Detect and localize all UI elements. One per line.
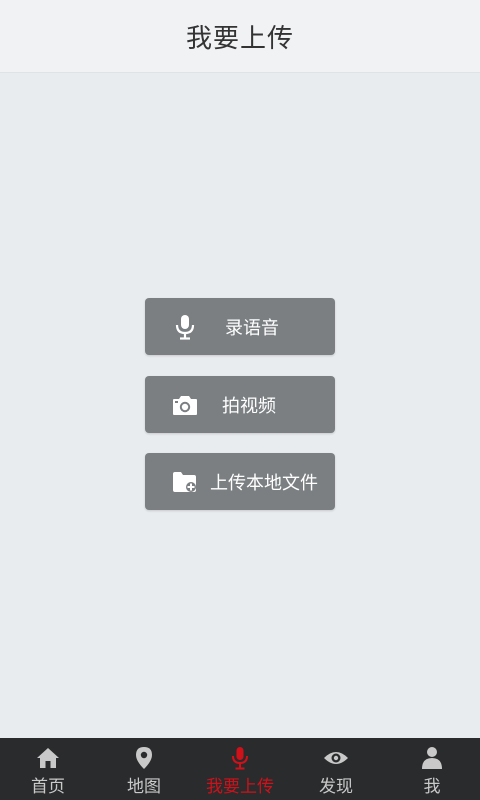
tab-upload-label: 我要上传 [206,777,274,797]
tab-discover-label: 发现 [319,777,353,797]
tab-me-label: 我 [423,777,441,797]
user-icon [421,746,443,770]
tab-upload[interactable]: 我要上传 [192,738,288,800]
record-video-button[interactable]: 拍视频 [145,376,335,433]
home-icon [36,746,60,770]
bottom-tab-bar: 首页 地图 我要上传 发现 我 [0,738,480,800]
record-video-label: 拍视频 [222,395,276,417]
main-content: 录语音 拍视频 上传本地文件 [0,72,480,738]
tab-map-label: 地图 [127,777,161,797]
record-audio-button[interactable]: 录语音 [145,298,335,355]
camera-icon [172,392,198,418]
tab-map[interactable]: 地图 [96,738,192,800]
microphone-icon [172,314,198,340]
record-audio-label: 录语音 [225,317,279,339]
header-bar: 我要上传 [0,0,480,73]
eye-icon [323,746,349,770]
folder-add-icon [172,469,198,495]
tab-home-label: 首页 [31,777,65,797]
page-title: 我要上传 [185,23,294,54]
tab-discover[interactable]: 发现 [288,738,384,800]
map-pin-icon [135,746,153,770]
upload-local-file-button[interactable]: 上传本地文件 [145,453,335,510]
tab-home[interactable]: 首页 [0,738,96,800]
microphone-icon [231,746,249,770]
tab-me[interactable]: 我 [384,738,480,800]
upload-local-file-label: 上传本地文件 [210,472,318,494]
